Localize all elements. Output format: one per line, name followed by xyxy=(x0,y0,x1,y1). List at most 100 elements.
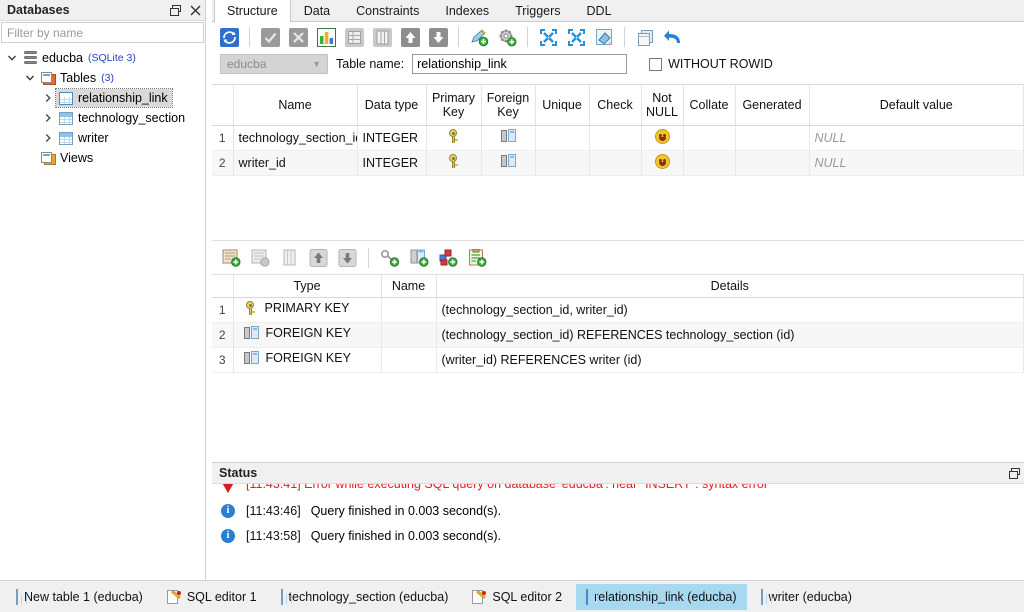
without-rowid-checkbox[interactable]: WITHOUT ROWID xyxy=(649,57,773,71)
move-down-button[interactable] xyxy=(425,24,451,50)
remove-constraint-button[interactable] xyxy=(247,245,273,271)
cell-data-type[interactable]: INTEGER xyxy=(357,125,426,150)
database-select[interactable]: educba ▼ xyxy=(220,54,328,74)
cell-constraint-details[interactable]: (technology_section_id, writer_id) xyxy=(436,297,1024,322)
cell-check[interactable] xyxy=(589,150,641,175)
add-check-constraint-button[interactable] xyxy=(464,245,490,271)
status-message-list[interactable]: [11:43:41] Error while executing SQL que… xyxy=(212,484,1024,580)
cell-foreign-key[interactable] xyxy=(481,150,535,175)
cell-not-null[interactable] xyxy=(641,125,683,150)
checkbox-box[interactable] xyxy=(649,58,662,71)
tab-ddl[interactable]: DDL xyxy=(574,0,625,21)
column-header-generated[interactable]: Generated xyxy=(735,85,809,125)
add-primary-key-button[interactable] xyxy=(377,245,403,271)
column-header-collate[interactable]: Collate xyxy=(683,85,735,125)
cell-generated[interactable] xyxy=(735,150,809,175)
tab-indexes[interactable]: Indexes xyxy=(432,0,502,21)
column-header-name[interactable]: Name xyxy=(233,85,357,125)
tab-structure[interactable]: Structure xyxy=(214,0,291,22)
commit-button[interactable] xyxy=(257,24,283,50)
cell-constraint-name[interactable] xyxy=(381,347,436,372)
cell-check[interactable] xyxy=(589,125,641,150)
chevron-down-icon[interactable] xyxy=(4,53,20,63)
cell-not-null[interactable] xyxy=(641,150,683,175)
cell-data-type[interactable]: INTEGER xyxy=(357,150,426,175)
move-up-button[interactable] xyxy=(397,24,423,50)
cell-constraint-name[interactable] xyxy=(381,322,436,347)
duplicate-row-button[interactable] xyxy=(341,24,367,50)
chevron-right-icon[interactable] xyxy=(40,113,56,123)
cell-constraint-details[interactable]: (technology_section_id) REFERENCES techn… xyxy=(436,322,1024,347)
chevron-down-icon[interactable] xyxy=(22,73,38,83)
cell-primary-key[interactable] xyxy=(426,150,481,175)
column-header-unique[interactable]: Unique xyxy=(535,85,589,125)
taskbar-item-sql-editor-1[interactable]: SQL editor 1 xyxy=(157,584,267,610)
cell-name[interactable]: writer_id xyxy=(233,150,357,175)
table-row[interactable]: 1 technology_section_id INTEGER NULL xyxy=(212,125,1024,150)
refresh-button[interactable] xyxy=(216,24,242,50)
cell-primary-key[interactable] xyxy=(426,125,481,150)
cell-default-value[interactable]: NULL xyxy=(809,150,1024,175)
table-row[interactable]: 2 FOREIGN KEY (technology_section_id) RE… xyxy=(212,322,1024,347)
table-row[interactable]: 2 writer_id INTEGER NULL xyxy=(212,150,1024,175)
tree-item-relationship-link[interactable]: relationship_link xyxy=(0,88,205,108)
column-header-primary-key[interactable]: Primary Key xyxy=(426,85,481,125)
taskbar-item-relationship-link[interactable]: relationship_link (educba) xyxy=(576,584,746,610)
column-header-check[interactable]: Check xyxy=(589,85,641,125)
chevron-right-icon[interactable] xyxy=(40,93,56,103)
edit-constraint-button[interactable] xyxy=(276,245,302,271)
cell-name[interactable]: technology_section_id xyxy=(233,125,357,150)
constraint-header-name[interactable]: Name xyxy=(381,275,436,297)
tab-data[interactable]: Data xyxy=(291,0,343,21)
cell-constraint-details[interactable]: (writer_id) REFERENCES writer (id) xyxy=(436,347,1024,372)
constraint-move-down-button[interactable] xyxy=(334,245,360,271)
table-row[interactable]: 1 PRIMARY KEY (technology_section_id, wr… xyxy=(212,297,1024,322)
cell-collate[interactable] xyxy=(683,150,735,175)
cell-constraint-type[interactable]: FOREIGN KEY xyxy=(233,347,381,372)
column-header-not-null[interactable]: Not NULL xyxy=(641,85,683,125)
tab-triggers[interactable]: Triggers xyxy=(502,0,573,21)
chevron-right-icon[interactable] xyxy=(40,133,56,143)
table-name-input[interactable]: relationship_link xyxy=(412,54,627,74)
constraint-move-up-button[interactable] xyxy=(305,245,331,271)
column-header-data-type[interactable]: Data type xyxy=(357,85,426,125)
fill-button[interactable] xyxy=(591,24,617,50)
restore-icon[interactable] xyxy=(1004,464,1024,483)
tree-item-writer[interactable]: writer xyxy=(0,128,205,148)
new-virtual-column-button[interactable] xyxy=(494,24,520,50)
taskbar-item-new-table-1[interactable]: New table 1 (educba) xyxy=(6,584,153,610)
tree-item-educba[interactable]: educba (SQLite 3) xyxy=(0,48,205,68)
cell-generated[interactable] xyxy=(735,125,809,150)
close-icon[interactable] xyxy=(185,1,205,20)
cell-constraint-type[interactable]: PRIMARY KEY xyxy=(233,297,381,322)
taskbar-item-sql-editor-2[interactable]: SQL editor 2 xyxy=(462,584,572,610)
tree-item-tables[interactable]: Tables (3) xyxy=(0,68,205,88)
constraints-grid[interactable]: Type Name Details 1 PRIMARY KEY xyxy=(212,274,1024,458)
tree-item-views[interactable]: Views xyxy=(0,148,205,168)
taskbar-item-technology-section[interactable]: technology_section (educba) xyxy=(271,584,459,610)
copy-column-button[interactable] xyxy=(369,24,395,50)
database-tree[interactable]: educba (SQLite 3) Tables (3) xyxy=(0,46,205,580)
cell-constraint-type[interactable]: FOREIGN KEY xyxy=(233,322,381,347)
copy-button[interactable] xyxy=(632,24,658,50)
cell-foreign-key[interactable] xyxy=(481,125,535,150)
undo-arrow-icon[interactable] xyxy=(660,24,686,50)
column-header-foreign-key[interactable]: Foreign Key xyxy=(481,85,535,125)
constraint-header-details[interactable]: Details xyxy=(436,275,1024,297)
expand-all-button[interactable] xyxy=(563,24,589,50)
cell-unique[interactable] xyxy=(535,150,589,175)
restore-icon[interactable] xyxy=(165,1,185,20)
add-foreign-key-button[interactable] xyxy=(406,245,432,271)
add-unique-button[interactable] xyxy=(435,245,461,271)
add-constraint-button[interactable] xyxy=(218,245,244,271)
taskbar-item-writer[interactable]: writer (educba) xyxy=(751,584,862,610)
constraint-header-type[interactable]: Type xyxy=(233,275,381,297)
collapse-all-button[interactable] xyxy=(535,24,561,50)
cell-collate[interactable] xyxy=(683,125,735,150)
cell-constraint-name[interactable] xyxy=(381,297,436,322)
statistics-button[interactable] xyxy=(313,24,339,50)
column-header-default-value[interactable]: Default value xyxy=(809,85,1024,125)
columns-grid[interactable]: Name Data type Primary Key Foreign Key U… xyxy=(212,84,1024,240)
new-column-button[interactable] xyxy=(466,24,492,50)
filter-by-name-input[interactable]: Filter by name xyxy=(1,22,204,43)
